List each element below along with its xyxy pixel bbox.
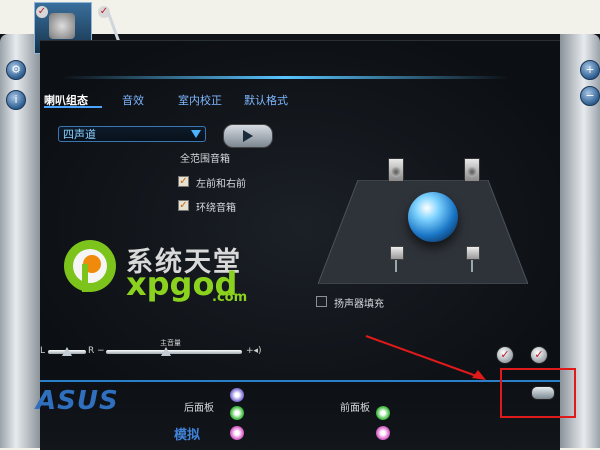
- front-jack-green[interactable]: [376, 406, 390, 420]
- minimize-icon[interactable]: −: [580, 86, 600, 106]
- master-volume-slider[interactable]: [106, 350, 242, 354]
- rear-panel-label: 后面板: [184, 403, 214, 414]
- tab-room-correction[interactable]: 室内校正: [178, 92, 222, 108]
- play-icon: [243, 130, 253, 142]
- fullrange-title: 全范围音箱: [180, 154, 230, 165]
- tab-default-format[interactable]: 默认格式: [244, 92, 288, 108]
- surround-checkbox[interactable]: ✓: [178, 200, 189, 211]
- chevron-down-icon: [191, 130, 201, 138]
- channel-select-value: 四声道: [63, 128, 96, 141]
- front-panel-label: 前面板: [340, 403, 370, 414]
- rear-left-speaker[interactable]: [390, 246, 404, 272]
- play-test-button[interactable]: [223, 124, 273, 148]
- analog-label: 模拟: [174, 428, 201, 443]
- connector-settings-folder-icon[interactable]: [531, 386, 555, 400]
- speaker-fill-checkbox[interactable]: [316, 296, 327, 307]
- info-icon[interactable]: i: [6, 90, 26, 110]
- speaker-fill-label: 扬声器填充: [334, 299, 384, 310]
- master-volume-thumb[interactable]: [161, 347, 171, 356]
- front-lr-label: 左前和右前: [196, 179, 246, 190]
- maximize-icon[interactable]: +: [580, 60, 600, 80]
- rear-jack-pink[interactable]: [230, 426, 244, 440]
- front-left-speaker[interactable]: [388, 158, 404, 182]
- front-lr-checkbox[interactable]: ✓: [178, 176, 189, 187]
- watermark-suffix: .com: [212, 290, 248, 305]
- xpgod-logo-icon: [64, 240, 116, 292]
- panel-glow-line: [60, 76, 510, 79]
- balance-left-label: L: [40, 346, 46, 356]
- rear-jack-blue[interactable]: [230, 388, 244, 402]
- device-active-check-icon: ✓: [36, 6, 48, 18]
- front-right-speaker[interactable]: [464, 158, 480, 182]
- volume-minus-icon: −: [97, 346, 105, 356]
- rear-right-speaker[interactable]: [466, 246, 480, 272]
- tab-sound-effects[interactable]: 音效: [122, 92, 144, 108]
- asus-logo: ASUS: [36, 386, 119, 416]
- speaker-device-icon: [49, 13, 75, 39]
- balance-thumb[interactable]: [62, 347, 72, 356]
- channel-config-select[interactable]: 四声道: [58, 126, 206, 142]
- settings-gear-icon[interactable]: ⚙: [6, 60, 26, 80]
- balance-right-label: R: [88, 346, 95, 356]
- front-jack-pink[interactable]: [376, 426, 390, 440]
- listener-sphere: [408, 192, 458, 242]
- microphone-icon: [106, 12, 121, 42]
- mute-check-icon[interactable]: ✓: [530, 346, 548, 364]
- active-tab-indicator: [44, 106, 102, 108]
- rear-jack-green[interactable]: [230, 406, 244, 420]
- surround-label: 环绕音箱: [196, 203, 236, 214]
- speaker-volume-icon[interactable]: +◂): [246, 346, 262, 356]
